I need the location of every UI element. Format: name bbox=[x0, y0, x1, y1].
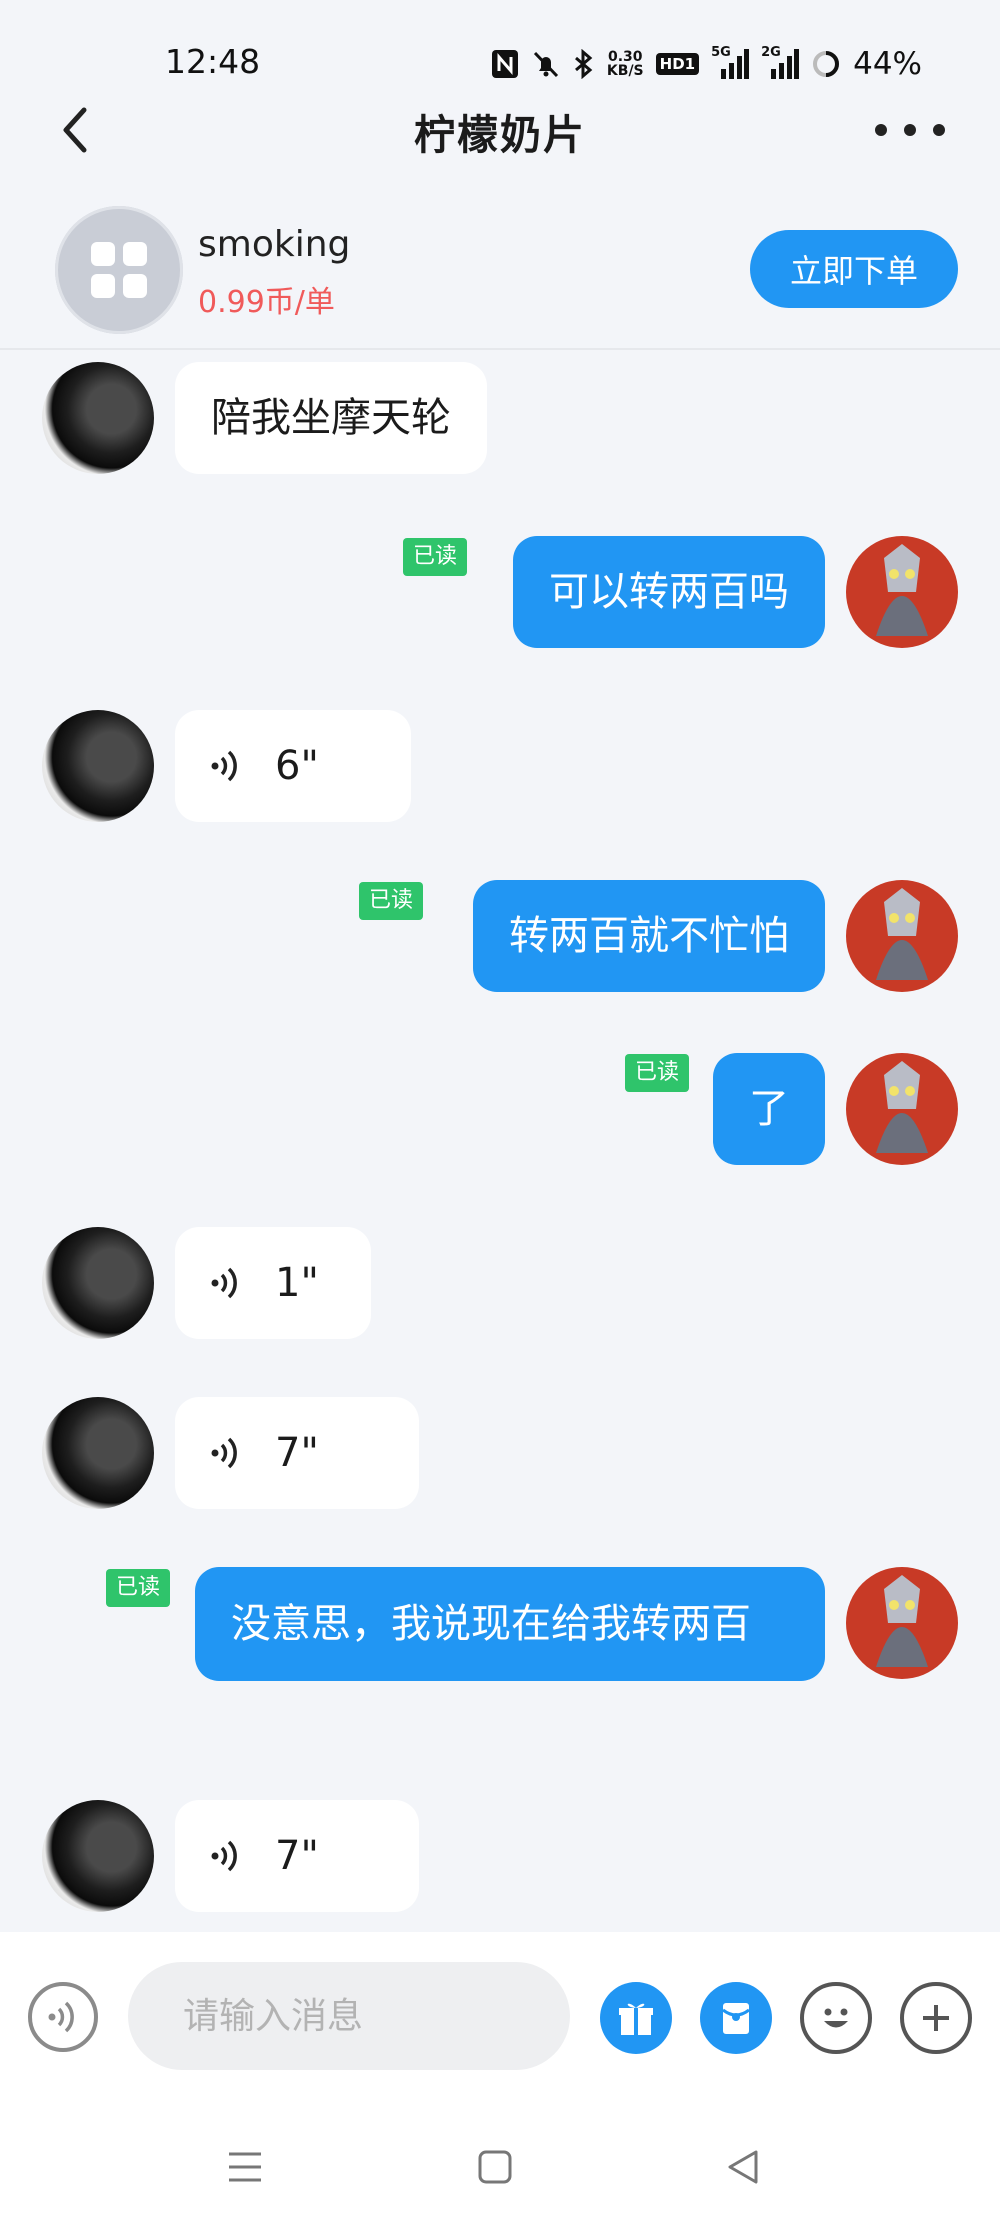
outgoing-text-bubble[interactable]: 没意思，我说现在给我转两百 bbox=[195, 1567, 825, 1681]
incoming-text-bubble[interactable]: 陪我坐摩天轮 bbox=[175, 362, 487, 474]
bluetooth-icon bbox=[573, 49, 595, 79]
message-list[interactable]: 陪我坐摩天轮 已读 可以转两百吗 6" 已读 转两百就不忙怕 已读 了 1" 7… bbox=[0, 350, 1000, 1930]
gift-icon bbox=[619, 2003, 653, 2035]
outgoing-text-bubble[interactable]: 转两百就不忙怕 bbox=[473, 880, 825, 992]
service-price: 0.99币/单 bbox=[198, 285, 335, 320]
net-speed: 0.30 KB/S bbox=[606, 49, 644, 79]
incoming-voice-bubble[interactable]: 7" bbox=[175, 1800, 419, 1912]
more-icon bbox=[933, 124, 945, 136]
back-nav-icon bbox=[728, 2150, 758, 2184]
peer-avatar[interactable] bbox=[42, 362, 154, 474]
my-avatar[interactable] bbox=[846, 1567, 958, 1679]
red-packet-icon bbox=[722, 2003, 750, 2034]
home-nav-button[interactable] bbox=[470, 2142, 520, 2192]
peer-avatar[interactable] bbox=[42, 1800, 154, 1912]
gift-button[interactable] bbox=[600, 1982, 672, 2054]
red-packet-button[interactable] bbox=[700, 1982, 772, 2054]
incoming-voice-bubble[interactable]: 7" bbox=[175, 1397, 419, 1509]
read-badge: 已读 bbox=[359, 882, 424, 920]
voice-icon bbox=[48, 2001, 74, 2033]
back-nav-button[interactable] bbox=[718, 2142, 768, 2192]
title-bar: 柠檬奶片 bbox=[0, 95, 1000, 205]
my-avatar-image bbox=[876, 1061, 928, 1153]
menu-nav-icon bbox=[229, 2152, 261, 2182]
mute-bell-icon bbox=[531, 49, 561, 79]
more-icon bbox=[904, 124, 916, 136]
voice-icon bbox=[211, 1840, 237, 1872]
message-text: 陪我坐摩天轮 bbox=[211, 395, 451, 441]
hd-badge: HD1 bbox=[655, 53, 700, 75]
peer-avatar[interactable] bbox=[42, 710, 154, 822]
emoji-icon bbox=[824, 2008, 848, 2028]
voice-duration: 7" bbox=[275, 1833, 319, 1879]
more-button[interactable] bbox=[875, 120, 945, 140]
emoji-button[interactable] bbox=[800, 1982, 872, 2054]
incoming-voice-bubble[interactable]: 6" bbox=[175, 710, 411, 822]
read-badge: 已读 bbox=[625, 1054, 690, 1092]
peer-avatar[interactable] bbox=[42, 1227, 154, 1339]
my-avatar[interactable] bbox=[846, 1053, 958, 1165]
my-avatar-image bbox=[876, 888, 928, 980]
battery-icon bbox=[811, 49, 841, 79]
system-nav-bar bbox=[0, 2102, 1000, 2222]
battery-percent: 44% bbox=[853, 46, 922, 82]
plus-icon bbox=[923, 2005, 949, 2031]
my-avatar-image bbox=[876, 544, 928, 636]
service-avatar[interactable] bbox=[55, 206, 183, 334]
message-text: 了 bbox=[749, 1086, 789, 1132]
my-avatar[interactable] bbox=[846, 536, 958, 648]
incoming-voice-bubble[interactable]: 1" bbox=[175, 1227, 371, 1339]
input-bar bbox=[0, 1932, 1000, 2102]
message-text: 可以转两百吗 bbox=[549, 569, 789, 615]
service-name: smoking bbox=[198, 224, 351, 265]
nfc-icon bbox=[491, 49, 519, 79]
read-badge: 已读 bbox=[106, 1569, 171, 1607]
order-now-button[interactable]: 立即下单 bbox=[750, 230, 958, 308]
service-order-bar: smoking 0.99币/单 立即下单 bbox=[0, 200, 1000, 350]
voice-duration: 6" bbox=[275, 743, 319, 789]
message-text: 转两百就不忙怕 bbox=[509, 913, 789, 959]
voice-icon bbox=[211, 1437, 237, 1469]
voice-duration: 1" bbox=[275, 1260, 319, 1306]
home-nav-icon bbox=[478, 2150, 512, 2184]
message-text: 没意思，我说现在给我转两百 bbox=[231, 1601, 751, 1647]
menu-nav-button[interactable] bbox=[220, 2142, 270, 2192]
signal-5g-icon: 5G bbox=[711, 45, 750, 81]
page-title: 柠檬奶片 bbox=[414, 111, 586, 159]
service-icon bbox=[91, 242, 147, 298]
voice-duration: 7" bbox=[275, 1430, 319, 1476]
status-time: 12:48 bbox=[165, 42, 261, 81]
message-input[interactable] bbox=[128, 1962, 570, 2070]
my-avatar-image bbox=[876, 1575, 928, 1667]
outgoing-text-bubble[interactable]: 可以转两百吗 bbox=[513, 536, 825, 648]
more-icon bbox=[875, 124, 887, 136]
peer-avatar[interactable] bbox=[42, 1397, 154, 1509]
status-icons: 0.30 KB/S HD1 5G 2G 44% bbox=[491, 44, 922, 84]
signal-2g-icon: 2G bbox=[761, 45, 800, 81]
status-bar: 12:48 0.30 KB/S HD1 5G 2G 44% bbox=[0, 0, 1000, 110]
voice-input-button[interactable] bbox=[28, 1982, 98, 2052]
voice-icon bbox=[211, 1267, 237, 1299]
more-actions-button[interactable] bbox=[900, 1982, 972, 2054]
my-avatar[interactable] bbox=[846, 880, 958, 992]
outgoing-text-bubble[interactable]: 了 bbox=[713, 1053, 825, 1165]
read-badge: 已读 bbox=[403, 538, 468, 576]
voice-icon bbox=[211, 750, 237, 782]
